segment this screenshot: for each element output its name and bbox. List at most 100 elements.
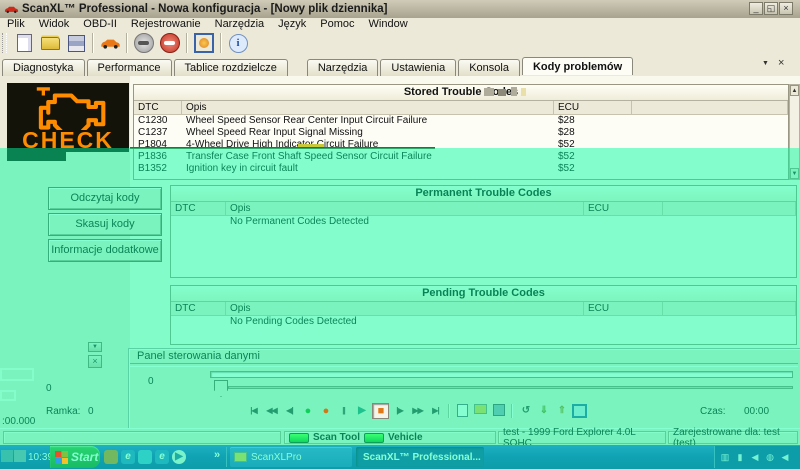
quick-launch-icon[interactable]: [104, 450, 118, 464]
stored-codes-header: DTC Opis ECU: [134, 101, 788, 115]
cell-ecu: $52: [554, 139, 632, 151]
fragment-arrow-button[interactable]: ▼: [88, 342, 102, 352]
menu-plik[interactable]: Plik: [0, 18, 32, 30]
close-button[interactable]: ×: [779, 2, 793, 15]
media-player-icon[interactable]: ▶: [172, 450, 186, 464]
step-forward-button[interactable]: |▶: [392, 404, 407, 418]
export-button[interactable]: ⇓: [536, 404, 551, 418]
slider-rail[interactable]: [228, 386, 793, 389]
pending-codes-title: Pending Trouble Codes: [171, 286, 796, 302]
connect-button[interactable]: [131, 31, 157, 55]
minimize-button[interactable]: _: [749, 2, 763, 15]
disconnect-button[interactable]: [157, 31, 183, 55]
vehicle-led: [364, 433, 384, 443]
cell-dtc: [171, 216, 226, 228]
table-row[interactable]: C1237 Wheel Speed Rear Input Signal Miss…: [134, 127, 788, 139]
info-button[interactable]: i: [225, 31, 251, 55]
tab-ustawienia[interactable]: Ustawienia: [380, 59, 456, 76]
toolbar-grip[interactable]: [2, 33, 7, 53]
task-scanxl-professional[interactable]: ScanXL™ Professional...: [356, 447, 484, 467]
record-button[interactable]: ●: [300, 404, 315, 418]
menu-jezyk[interactable]: Język: [271, 18, 313, 30]
task-scanxlpro[interactable]: ScanXLPro: [230, 447, 352, 467]
table-row[interactable]: P1836 Transfer Case Front Shaft Speed Se…: [134, 151, 788, 163]
time-label: Czas:: [700, 406, 726, 417]
tab-tablice[interactable]: Tablice rozdzielcze: [174, 59, 288, 76]
quick-launch-overflow[interactable]: »: [214, 449, 220, 461]
monitor-button[interactable]: [572, 404, 587, 418]
cell-dtc: [171, 316, 226, 328]
clear-codes-button[interactable]: Skasuj kody problemów: [48, 213, 162, 236]
vehicle-button[interactable]: [97, 31, 123, 55]
taskbar-divider: [226, 447, 227, 467]
play-button[interactable]: ▶: [354, 404, 369, 418]
internet-explorer-icon[interactable]: e: [121, 450, 135, 464]
tab-kody-problemow[interactable]: Kody problemów: [522, 57, 633, 75]
fast-forward-button[interactable]: ▶▶: [410, 404, 425, 418]
tab-konsola[interactable]: Konsola: [458, 59, 520, 76]
toolbar-separator: [92, 33, 94, 53]
tray-volume-icon[interactable]: ◀: [749, 451, 761, 463]
tray-display-icon[interactable]: ▥: [719, 451, 731, 463]
tab-diagnostyka[interactable]: Diagnostyka: [2, 59, 85, 76]
skip-start-button[interactable]: |◀: [246, 404, 261, 418]
tab-dropdown-icon[interactable]: ▼: [762, 60, 769, 67]
menu-window[interactable]: Window: [362, 18, 415, 30]
read-codes-button[interactable]: Odczytaj kody problemów: [48, 187, 162, 210]
tray-network-icon[interactable]: ◍: [764, 451, 776, 463]
status-cell-connections: Scan Tool Vehicle: [284, 431, 496, 444]
additional-info-button[interactable]: Informacje dodatkowe: [48, 239, 162, 262]
fragment-time: :00.000: [2, 416, 35, 427]
menu-narzedzia[interactable]: Narzędzia: [208, 18, 272, 30]
new-log-button[interactable]: [455, 404, 470, 418]
new-file-icon: [457, 404, 468, 417]
tab-narzedzia[interactable]: Narzędzia: [307, 59, 379, 76]
tab-performance[interactable]: Performance: [87, 59, 172, 76]
cell-ecu: $28: [554, 115, 632, 127]
frame-label: Ramka:: [46, 406, 80, 417]
status-cell-empty: [3, 431, 281, 444]
vertical-scrollbar[interactable]: ▲ ▼: [789, 84, 800, 180]
open-folder-icon: [474, 404, 487, 414]
scroll-down-icon[interactable]: ▼: [790, 168, 799, 179]
table-row[interactable]: P1804 4-Wheel Drive High Indicator Circu…: [134, 139, 788, 151]
slider-track[interactable]: [210, 371, 793, 378]
menu-rejestrowanie[interactable]: Rejestrowanie: [124, 18, 208, 30]
glitch-artifact: [0, 390, 16, 401]
send-button[interactable]: ⇑: [554, 404, 569, 418]
restore-button[interactable]: ◱: [764, 2, 778, 15]
table-row[interactable]: B1352 Ignition key in circuit fault $52: [134, 163, 788, 175]
step-back-button[interactable]: ◀|: [282, 404, 297, 418]
save-button[interactable]: [63, 31, 89, 55]
skip-end-button[interactable]: ▶|: [428, 404, 443, 418]
dashboard-button[interactable]: [191, 31, 217, 55]
scroll-up-icon[interactable]: ▲: [790, 85, 799, 96]
tab-close-icon[interactable]: ×: [778, 57, 784, 69]
toolbar-separator: [126, 33, 128, 53]
menu-obd2[interactable]: OBD-II: [76, 18, 124, 30]
toolbar-separator: [186, 33, 188, 53]
new-file-button[interactable]: [11, 31, 37, 55]
marker-button[interactable]: ●: [318, 404, 333, 418]
open-file-button[interactable]: [37, 31, 63, 55]
col-extra: [663, 302, 796, 315]
start-button[interactable]: Start: [50, 446, 100, 468]
quick-launch-icon[interactable]: [138, 450, 152, 464]
open-log-button[interactable]: [473, 404, 488, 418]
screen: ScanXL™ Professional - Nowa konfiguracja…: [0, 0, 800, 469]
app-car-icon: [4, 5, 19, 14]
table-row[interactable]: C1230 Wheel Speed Sensor Rear Center Inp…: [134, 115, 788, 127]
menu-pomoc[interactable]: Pomoc: [313, 18, 361, 30]
save-log-button[interactable]: [491, 404, 506, 418]
tray-speaker-icon[interactable]: ◀: [779, 451, 791, 463]
rewind-button[interactable]: ◀◀: [264, 404, 279, 418]
pause-button[interactable]: ||: [336, 404, 351, 418]
taskbar: 10:39 Start e e ▶ » ScanXLPro ScanXL™ Pr…: [0, 445, 800, 469]
tray-battery-icon[interactable]: ▮: [734, 451, 746, 463]
fragment-close-button[interactable]: ×: [88, 355, 102, 368]
menu-widok[interactable]: Widok: [32, 18, 77, 30]
internet-explorer-icon[interactable]: e: [155, 450, 169, 464]
reset-button[interactable]: ↺: [518, 404, 533, 418]
window-title: ScanXL™ Professional - Nowa konfiguracja…: [22, 3, 388, 15]
stop-button[interactable]: ■: [372, 403, 389, 419]
